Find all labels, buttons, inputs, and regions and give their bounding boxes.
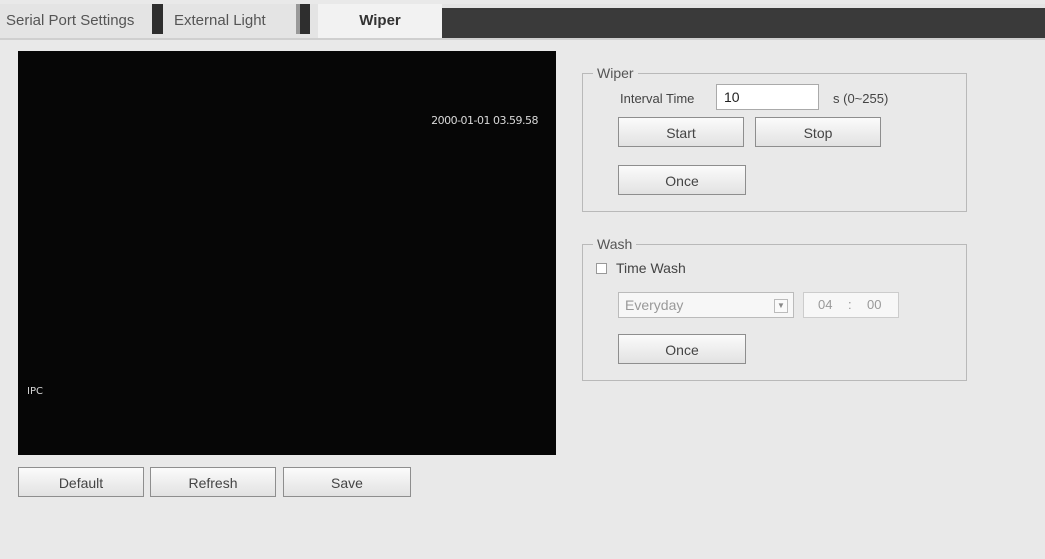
wiper-stop-button[interactable]: Stop <box>755 117 881 147</box>
save-button[interactable]: Save <box>283 467 411 497</box>
time-wash-checkbox[interactable] <box>596 263 607 274</box>
tab-external-light[interactable]: External Light <box>174 6 266 36</box>
tab-underline <box>0 38 1045 40</box>
tab-serial-port-settings[interactable]: Serial Port Settings <box>6 6 134 36</box>
wiper-once-button[interactable]: Once <box>618 165 746 195</box>
tab-separator <box>300 4 310 34</box>
wash-time-field[interactable]: 04 : 00 <box>803 292 899 318</box>
interval-time-label: Interval Time <box>620 91 695 106</box>
wiper-group-legend: Wiper <box>593 65 638 81</box>
tab-separator <box>152 4 163 34</box>
chevron-down-icon[interactable]: ▼ <box>774 299 788 313</box>
wash-schedule-value: Everyday <box>625 297 684 313</box>
video-camera-label: IPC <box>27 386 43 397</box>
time-wash-label: Time Wash <box>616 260 686 276</box>
wash-time-colon: : <box>848 297 852 312</box>
tab-wiper[interactable]: Wiper <box>318 4 442 38</box>
tab-bar-filler <box>442 8 1045 38</box>
wash-time-minute[interactable]: 00 <box>867 293 881 317</box>
wash-once-button[interactable]: Once <box>618 334 746 364</box>
interval-time-unit: s (0~255) <box>833 91 889 106</box>
video-timestamp: 2000-01-01 03.59.58 <box>431 114 538 127</box>
video-preview: 2000-01-01 03.59.58 IPC <box>18 51 556 455</box>
wiper-start-button[interactable]: Start <box>618 117 744 147</box>
wash-schedule-select[interactable]: Everyday ▼ <box>618 292 794 318</box>
wash-time-hour[interactable]: 04 <box>818 293 832 317</box>
interval-time-input[interactable]: 10 <box>716 84 819 110</box>
default-button[interactable]: Default <box>18 467 144 497</box>
refresh-button[interactable]: Refresh <box>150 467 276 497</box>
wash-group-legend: Wash <box>593 236 637 252</box>
